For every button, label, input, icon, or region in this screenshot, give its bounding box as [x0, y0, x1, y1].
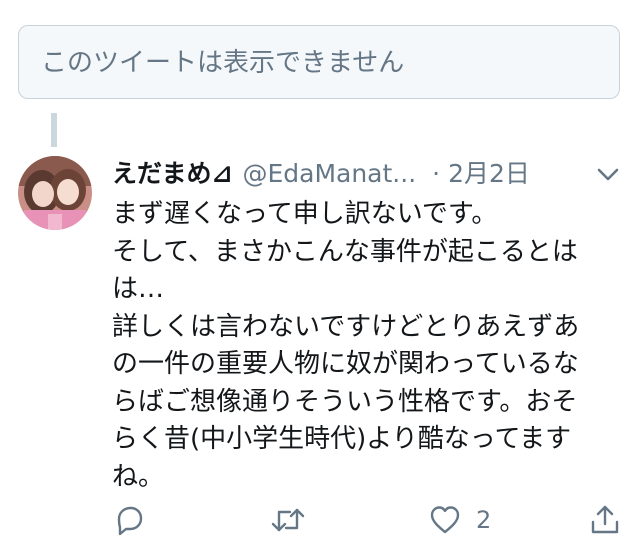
display-name[interactable]: えだまめ⊿: [112, 159, 232, 188]
tweet-text-line: ね。: [112, 461, 165, 492]
avatar[interactable]: [18, 156, 92, 230]
reply-button[interactable]: [112, 500, 146, 540]
unavailable-tweet-text: このツイートは表示できません: [41, 48, 405, 78]
tweet-text-line: そして、まさかこんな事件が起こるとは: [112, 236, 578, 267]
thread-connector-line: [51, 113, 57, 147]
tweet-text-line: らく昔(中小学生時代)より酷なってます: [112, 424, 572, 454]
tweet-text-line: は…: [112, 274, 165, 304]
like-count: 2: [476, 506, 492, 534]
heart-icon: [430, 506, 460, 534]
separator-dot: ·: [432, 159, 441, 188]
tweet-text: まず遅くなって申し訳ないです。 そして、まさかこんな事件が起こるとは は… 詳し…: [112, 196, 632, 496]
share-icon: [591, 505, 619, 534]
tweet-text-line: まず遅くなって申し訳ないです。: [112, 199, 498, 229]
avatar-photo: [18, 156, 92, 230]
tweet-text-line: の一件の重要人物に奴が関わっているな: [112, 349, 579, 379]
user-handle[interactable]: @EdaManat...: [242, 159, 416, 188]
retweet-button[interactable]: [270, 500, 306, 540]
retweet-icon: [271, 508, 305, 532]
tweet-date[interactable]: 2月2日: [448, 159, 530, 188]
share-button[interactable]: [588, 500, 622, 540]
chevron-down-icon: [597, 168, 619, 181]
tweet-text-line: らばご想像通りそういう性格です。おそ: [112, 386, 578, 417]
unavailable-tweet-card: このツイートは表示できません: [18, 25, 620, 99]
tweet-text-line: 詳しくは言わないですけどとりあえずあ: [112, 311, 580, 342]
reply-icon: [117, 506, 143, 536]
tweet-menu-button[interactable]: [594, 160, 622, 188]
tweet-header: えだまめ⊿ @EdaManat... · 2月2日: [112, 156, 530, 192]
like-button[interactable]: 2: [428, 500, 491, 540]
